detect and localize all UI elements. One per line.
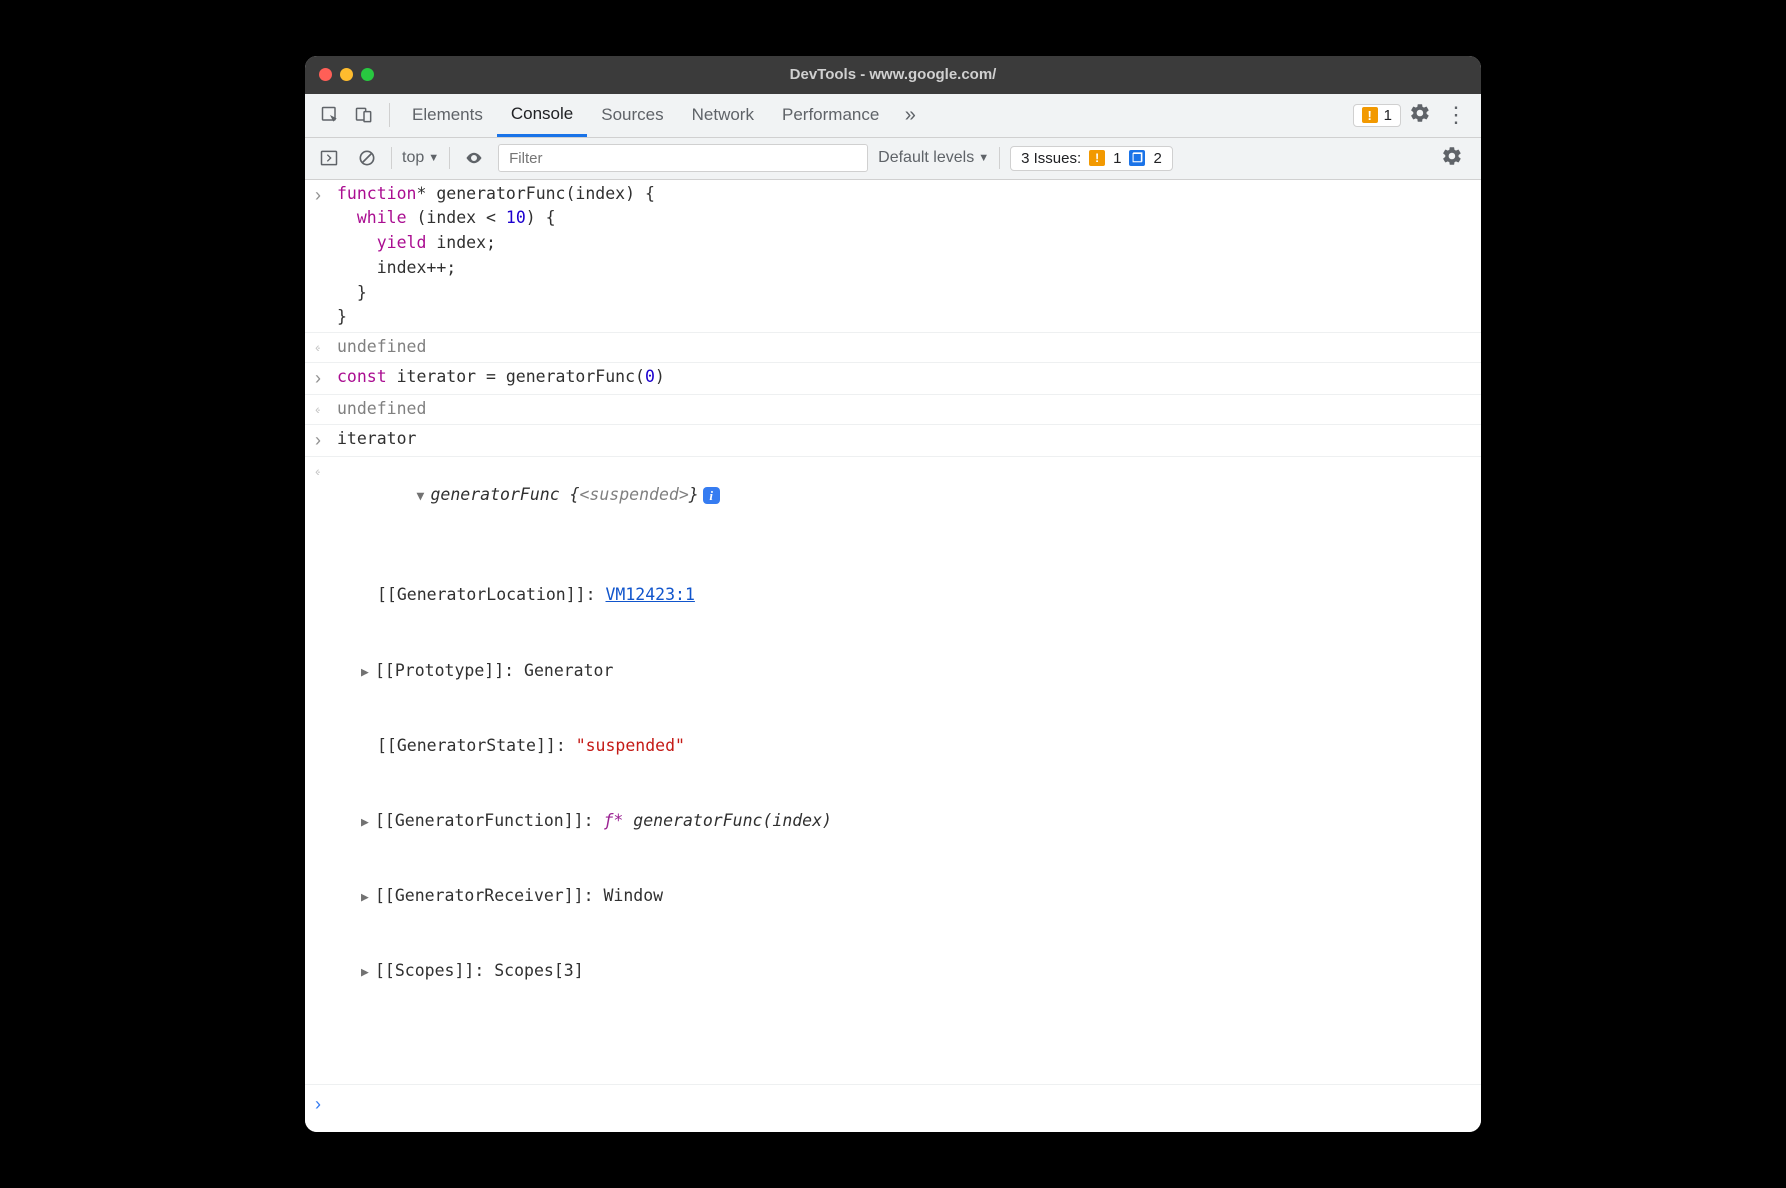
object-preview[interactable]: ▼generatorFunc {<suspended>}i [[Generato… <box>337 459 1471 1083</box>
input-chevron-icon <box>315 427 337 454</box>
divider <box>449 147 450 169</box>
tab-sources[interactable]: Sources <box>587 93 677 137</box>
maximize-window-button[interactable] <box>361 68 374 81</box>
issues-label: 3 Issues: <box>1021 150 1081 167</box>
output-chevron-icon <box>315 335 337 360</box>
warnings-badge[interactable]: ! 1 <box>1353 104 1401 127</box>
issues-pill[interactable]: 3 Issues: ! 1 ❐ 2 <box>1010 146 1173 171</box>
disclosure-triangle-icon[interactable]: ▶ <box>361 813 375 833</box>
titlebar: DevTools - www.google.com/ <box>305 56 1481 94</box>
warning-icon: ! <box>1089 150 1105 166</box>
info-icon: ❐ <box>1129 150 1145 166</box>
clear-console-icon[interactable] <box>353 144 381 172</box>
prompt-chevron-icon <box>315 1091 337 1118</box>
divider <box>999 147 1000 169</box>
tab-network[interactable]: Network <box>678 93 768 137</box>
tab-elements[interactable]: Elements <box>398 93 497 137</box>
disclosure-triangle-icon[interactable]: ▶ <box>361 963 375 983</box>
input-chevron-icon <box>315 365 337 392</box>
console-toolbar: top ▼ Default levels ▼ 3 Issues: ! 1 ❐ 2 <box>305 138 1481 180</box>
tab-performance[interactable]: Performance <box>768 93 893 137</box>
property-row[interactable]: [[GeneratorLocation]]: VM12423:1 <box>377 582 1471 608</box>
disclosure-triangle-icon[interactable]: ▶ <box>361 663 375 683</box>
code-line: const iterator = generatorFunc(0) <box>337 365 1471 392</box>
warning-icon: ! <box>1362 107 1378 123</box>
minimize-window-button[interactable] <box>340 68 353 81</box>
live-expression-icon[interactable] <box>460 144 488 172</box>
output-chevron-icon <box>315 397 337 422</box>
issues-warn-count: 1 <box>1113 150 1121 167</box>
console-output-row: ▼generatorFunc {<suspended>}i [[Generato… <box>305 457 1481 1085</box>
tab-console[interactable]: Console <box>497 93 587 137</box>
divider <box>389 103 390 127</box>
kebab-menu-icon[interactable]: ⋮ <box>1439 102 1473 128</box>
info-badge-icon[interactable]: i <box>703 487 720 504</box>
object-name: generatorFunc <box>430 485 559 504</box>
output-value: undefined <box>337 335 1471 360</box>
traffic-lights <box>319 68 374 81</box>
input-chevron-icon <box>315 182 337 331</box>
property-row[interactable]: ▶[[GeneratorFunction]]: ƒ* generatorFunc… <box>377 808 1471 834</box>
warning-count: 1 <box>1384 107 1392 124</box>
console-output-row: undefined <box>305 333 1481 363</box>
settings-icon[interactable] <box>1409 102 1431 129</box>
issues-info-count: 2 <box>1153 150 1161 167</box>
disclosure-triangle-icon[interactable]: ▼ <box>416 487 430 507</box>
code-block: function* generatorFunc(index) { while (… <box>337 182 1471 331</box>
levels-label: Default levels <box>878 149 974 167</box>
filter-input[interactable] <box>498 144 868 172</box>
disclosure-triangle-icon[interactable]: ▶ <box>361 888 375 908</box>
chevron-down-icon: ▼ <box>428 152 439 164</box>
property-row[interactable]: ▶[[Prototype]]: Generator <box>377 658 1471 684</box>
devtools-window: DevTools - www.google.com/ Elements Cons… <box>305 56 1481 1133</box>
divider <box>391 147 392 169</box>
property-row[interactable]: [[GeneratorState]]: "suspended" <box>377 733 1471 759</box>
object-properties: [[GeneratorLocation]]: VM12423:1 ▶[[Prot… <box>337 533 1471 1033</box>
inspect-element-icon[interactable] <box>313 98 347 132</box>
code-line: iterator <box>337 427 1471 454</box>
console-input-row[interactable]: iterator <box>305 425 1481 457</box>
chevron-down-icon: ▼ <box>978 152 989 164</box>
output-chevron-icon <box>315 459 337 1083</box>
object-state: <suspended> <box>580 485 689 504</box>
device-toggle-icon[interactable] <box>347 98 381 132</box>
console-prompt-row[interactable] <box>305 1084 1481 1132</box>
main-tabbar: Elements Console Sources Network Perform… <box>305 94 1481 138</box>
console-input-row[interactable]: const iterator = generatorFunc(0) <box>305 363 1481 395</box>
console-settings-icon[interactable] <box>1441 145 1463 172</box>
property-row[interactable]: ▶[[GeneratorReceiver]]: Window <box>377 883 1471 909</box>
sidebar-toggle-icon[interactable] <box>315 144 343 172</box>
source-link[interactable]: VM12423:1 <box>606 585 695 604</box>
console-output-row: undefined <box>305 395 1481 425</box>
context-label: top <box>402 149 424 167</box>
output-value: undefined <box>337 397 1471 422</box>
more-tabs-icon[interactable]: » <box>893 98 927 132</box>
console-prompt[interactable] <box>337 1091 1471 1118</box>
log-levels-selector[interactable]: Default levels ▼ <box>878 149 989 167</box>
console-body: function* generatorFunc(index) { while (… <box>305 180 1481 1133</box>
property-row[interactable]: ▶[[Scopes]]: Scopes[3] <box>377 958 1471 984</box>
context-selector[interactable]: top ▼ <box>402 149 439 167</box>
console-input-row[interactable]: function* generatorFunc(index) { while (… <box>305 180 1481 334</box>
close-window-button[interactable] <box>319 68 332 81</box>
window-title: DevTools - www.google.com/ <box>305 66 1481 83</box>
